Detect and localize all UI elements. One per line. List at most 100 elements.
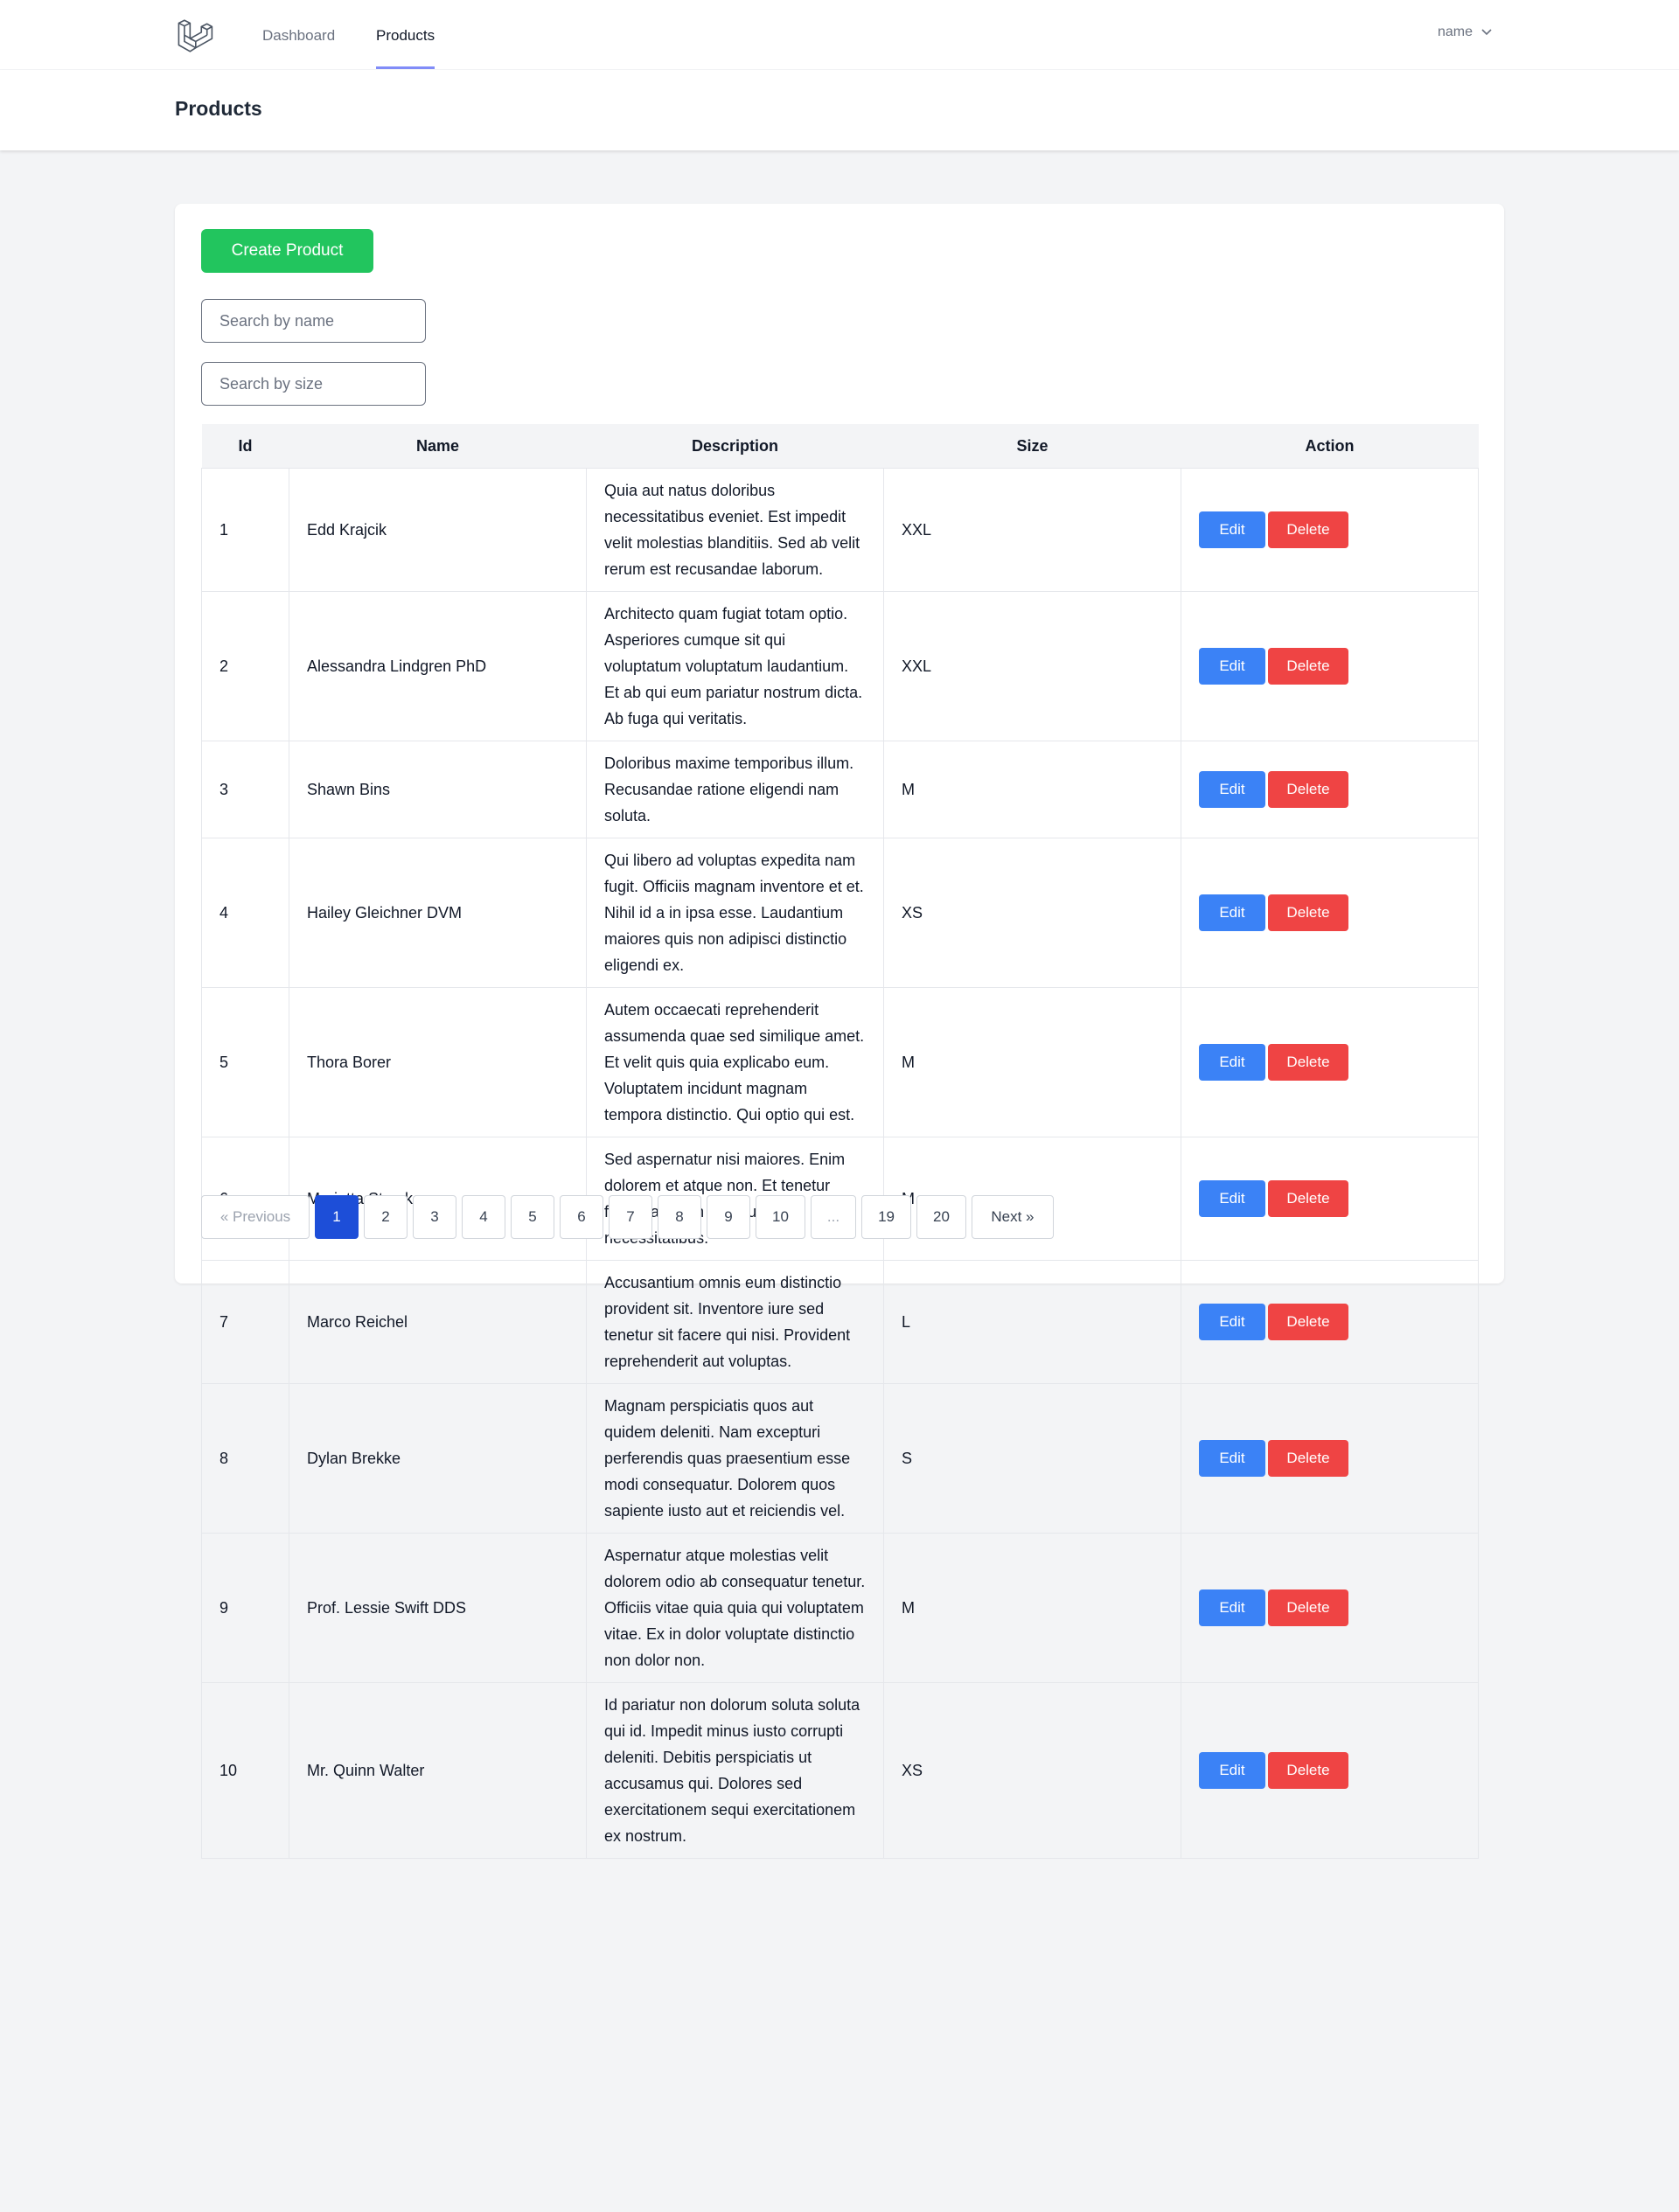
delete-button[interactable]: Delete — [1268, 894, 1348, 931]
edit-button[interactable]: Edit — [1199, 1589, 1265, 1626]
product-id-cell: 4 — [201, 838, 289, 988]
product-name-cell: Mr. Quinn Walter — [289, 1682, 587, 1859]
top-navigation: Dashboard Products name — [0, 0, 1679, 70]
column-header-name: Name — [289, 424, 587, 469]
product-id-cell: 2 — [201, 591, 289, 741]
product-description-cell: Quia aut natus doloribus necessitatibus … — [586, 468, 884, 592]
product-action-cell: Edit Delete — [1181, 1682, 1479, 1859]
table-row: 2 Alessandra Lindgren PhD Architecto quam … — [201, 591, 1479, 741]
edit-button[interactable]: Edit — [1199, 1440, 1265, 1477]
pagination-page-10[interactable]: 10 — [756, 1195, 805, 1239]
product-id-cell: 5 — [201, 987, 289, 1137]
delete-button[interactable]: Delete — [1268, 1589, 1348, 1626]
delete-button[interactable]: Delete — [1268, 1752, 1348, 1789]
product-description-cell: Id pariatur non dolorum soluta soluta qu… — [586, 1682, 884, 1859]
column-header-size: Size — [883, 424, 1181, 469]
edit-button[interactable]: Edit — [1199, 1180, 1265, 1217]
edit-button[interactable]: Edit — [1199, 1044, 1265, 1081]
nav-products-link[interactable]: Products — [376, 0, 435, 69]
pagination-previous: « Previous — [201, 1195, 310, 1239]
product-action-cell: Edit Delete — [1181, 1383, 1479, 1534]
delete-button[interactable]: Delete — [1268, 1304, 1348, 1340]
edit-button[interactable]: Edit — [1199, 1752, 1265, 1789]
products-table: Id Name Description Size Action 1 Edd Kra… — [201, 424, 1479, 1859]
product-size-cell: XXL — [883, 468, 1181, 592]
create-product-button[interactable]: Create Product — [201, 229, 373, 273]
edit-button[interactable]: Edit — [1199, 771, 1265, 808]
edit-button[interactable]: Edit — [1199, 648, 1265, 685]
pagination-page-9[interactable]: 9 — [707, 1195, 750, 1239]
table-row: 3 Shawn Bins Doloribus maxime temporibus i… — [201, 741, 1479, 838]
table-header-row: Id Name Description Size Action — [201, 424, 1479, 469]
pagination-ellipsis: ... — [810, 1195, 857, 1239]
pagination-page-5[interactable]: 5 — [511, 1195, 554, 1239]
product-description-cell: Qui libero ad voluptas expedita nam fugi… — [586, 838, 884, 988]
product-name-cell: Alessandra Lindgren PhD — [289, 591, 587, 741]
table-row: 8 Dylan Brekke Magnam perspiciatis quos au… — [201, 1383, 1479, 1534]
table-row: 4 Hailey Gleichner DVM Qui libero ad volup… — [201, 838, 1479, 988]
pagination-page-6[interactable]: 6 — [560, 1195, 603, 1239]
product-size-cell: M — [883, 741, 1181, 838]
pagination-page-20[interactable]: 20 — [916, 1195, 966, 1239]
column-header-id: Id — [201, 424, 289, 469]
pagination-page-4[interactable]: 4 — [462, 1195, 505, 1239]
product-description-cell: Doloribus maxime temporibus illum. Recus… — [586, 741, 884, 838]
edit-button[interactable]: Edit — [1199, 511, 1265, 548]
table-row: 5 Thora Borer Autem occaecati reprehenderi… — [201, 987, 1479, 1137]
product-size-cell: XS — [883, 1682, 1181, 1859]
delete-button[interactable]: Delete — [1268, 511, 1348, 548]
table-row: 1 Edd Krajcik Quia aut natus doloribus nec… — [201, 468, 1479, 592]
pagination-page-3[interactable]: 3 — [413, 1195, 456, 1239]
product-id-cell: 10 — [201, 1682, 289, 1859]
product-action-cell: Edit Delete — [1181, 591, 1479, 741]
edit-button[interactable]: Edit — [1199, 894, 1265, 931]
product-name-cell: Edd Krajcik — [289, 468, 587, 592]
product-id-cell: 9 — [201, 1533, 289, 1683]
edit-button[interactable]: Edit — [1199, 1304, 1265, 1340]
table-row: 7 Marco Reichel Accusantium omnis eum dist… — [201, 1260, 1479, 1384]
product-size-cell: XS — [883, 838, 1181, 988]
product-action-cell: Edit Delete — [1181, 1137, 1479, 1261]
product-size-cell: M — [883, 1533, 1181, 1683]
product-id-cell: 8 — [201, 1383, 289, 1534]
products-card: Create Product Id Name Description Size … — [175, 204, 1504, 1859]
column-header-action: Action — [1181, 424, 1479, 469]
product-name-cell: Thora Borer — [289, 987, 587, 1137]
product-action-cell: Edit Delete — [1181, 741, 1479, 838]
delete-button[interactable]: Delete — [1268, 1180, 1348, 1217]
product-id-cell: 1 — [201, 468, 289, 592]
nav-dashboard-link[interactable]: Dashboard — [262, 0, 335, 69]
user-menu[interactable]: name — [1438, 24, 1492, 40]
pagination-next[interactable]: Next » — [971, 1195, 1054, 1239]
delete-button[interactable]: Delete — [1268, 771, 1348, 808]
pagination: « Previous 1 2 3 4 5 6 7 8 9 10 ... 19 2… — [201, 1195, 1054, 1239]
delete-button[interactable]: Delete — [1268, 1440, 1348, 1477]
table-row: 9 Prof. Lessie Swift DDS Aspernatur atque … — [201, 1533, 1479, 1683]
chevron-down-icon — [1481, 29, 1492, 36]
product-action-cell: Edit Delete — [1181, 838, 1479, 988]
product-name-cell: Marco Reichel — [289, 1260, 587, 1384]
table-row: 10 Mr. Quinn Walter Id pariatur non doloru… — [201, 1682, 1479, 1859]
pagination-page-7[interactable]: 7 — [609, 1195, 652, 1239]
product-action-cell: Edit Delete — [1181, 987, 1479, 1137]
search-by-size-input[interactable] — [201, 362, 426, 406]
product-name-cell: Hailey Gleichner DVM — [289, 838, 587, 988]
delete-button[interactable]: Delete — [1268, 648, 1348, 685]
product-description-cell: Magnam perspiciatis quos aut quidem dele… — [586, 1383, 884, 1534]
pagination-page-2[interactable]: 2 — [364, 1195, 408, 1239]
pagination-page-8[interactable]: 8 — [658, 1195, 701, 1239]
product-name-cell: Dylan Brekke — [289, 1383, 587, 1534]
pagination-page-19[interactable]: 19 — [861, 1195, 912, 1239]
product-id-cell: 7 — [201, 1260, 289, 1384]
product-action-cell: Edit Delete — [1181, 1533, 1479, 1683]
product-description-cell: Autem occaecati reprehenderit assumenda … — [586, 987, 884, 1137]
delete-button[interactable]: Delete — [1268, 1044, 1348, 1081]
pagination-page-1[interactable]: 1 — [315, 1195, 359, 1239]
search-by-name-input[interactable] — [201, 299, 426, 343]
page-header: Products — [0, 70, 1679, 150]
product-size-cell: L — [883, 1260, 1181, 1384]
product-action-cell: Edit Delete — [1181, 468, 1479, 592]
product-action-cell: Edit Delete — [1181, 1260, 1479, 1384]
column-header-description: Description — [586, 424, 884, 469]
laravel-logo-icon[interactable] — [177, 17, 213, 54]
